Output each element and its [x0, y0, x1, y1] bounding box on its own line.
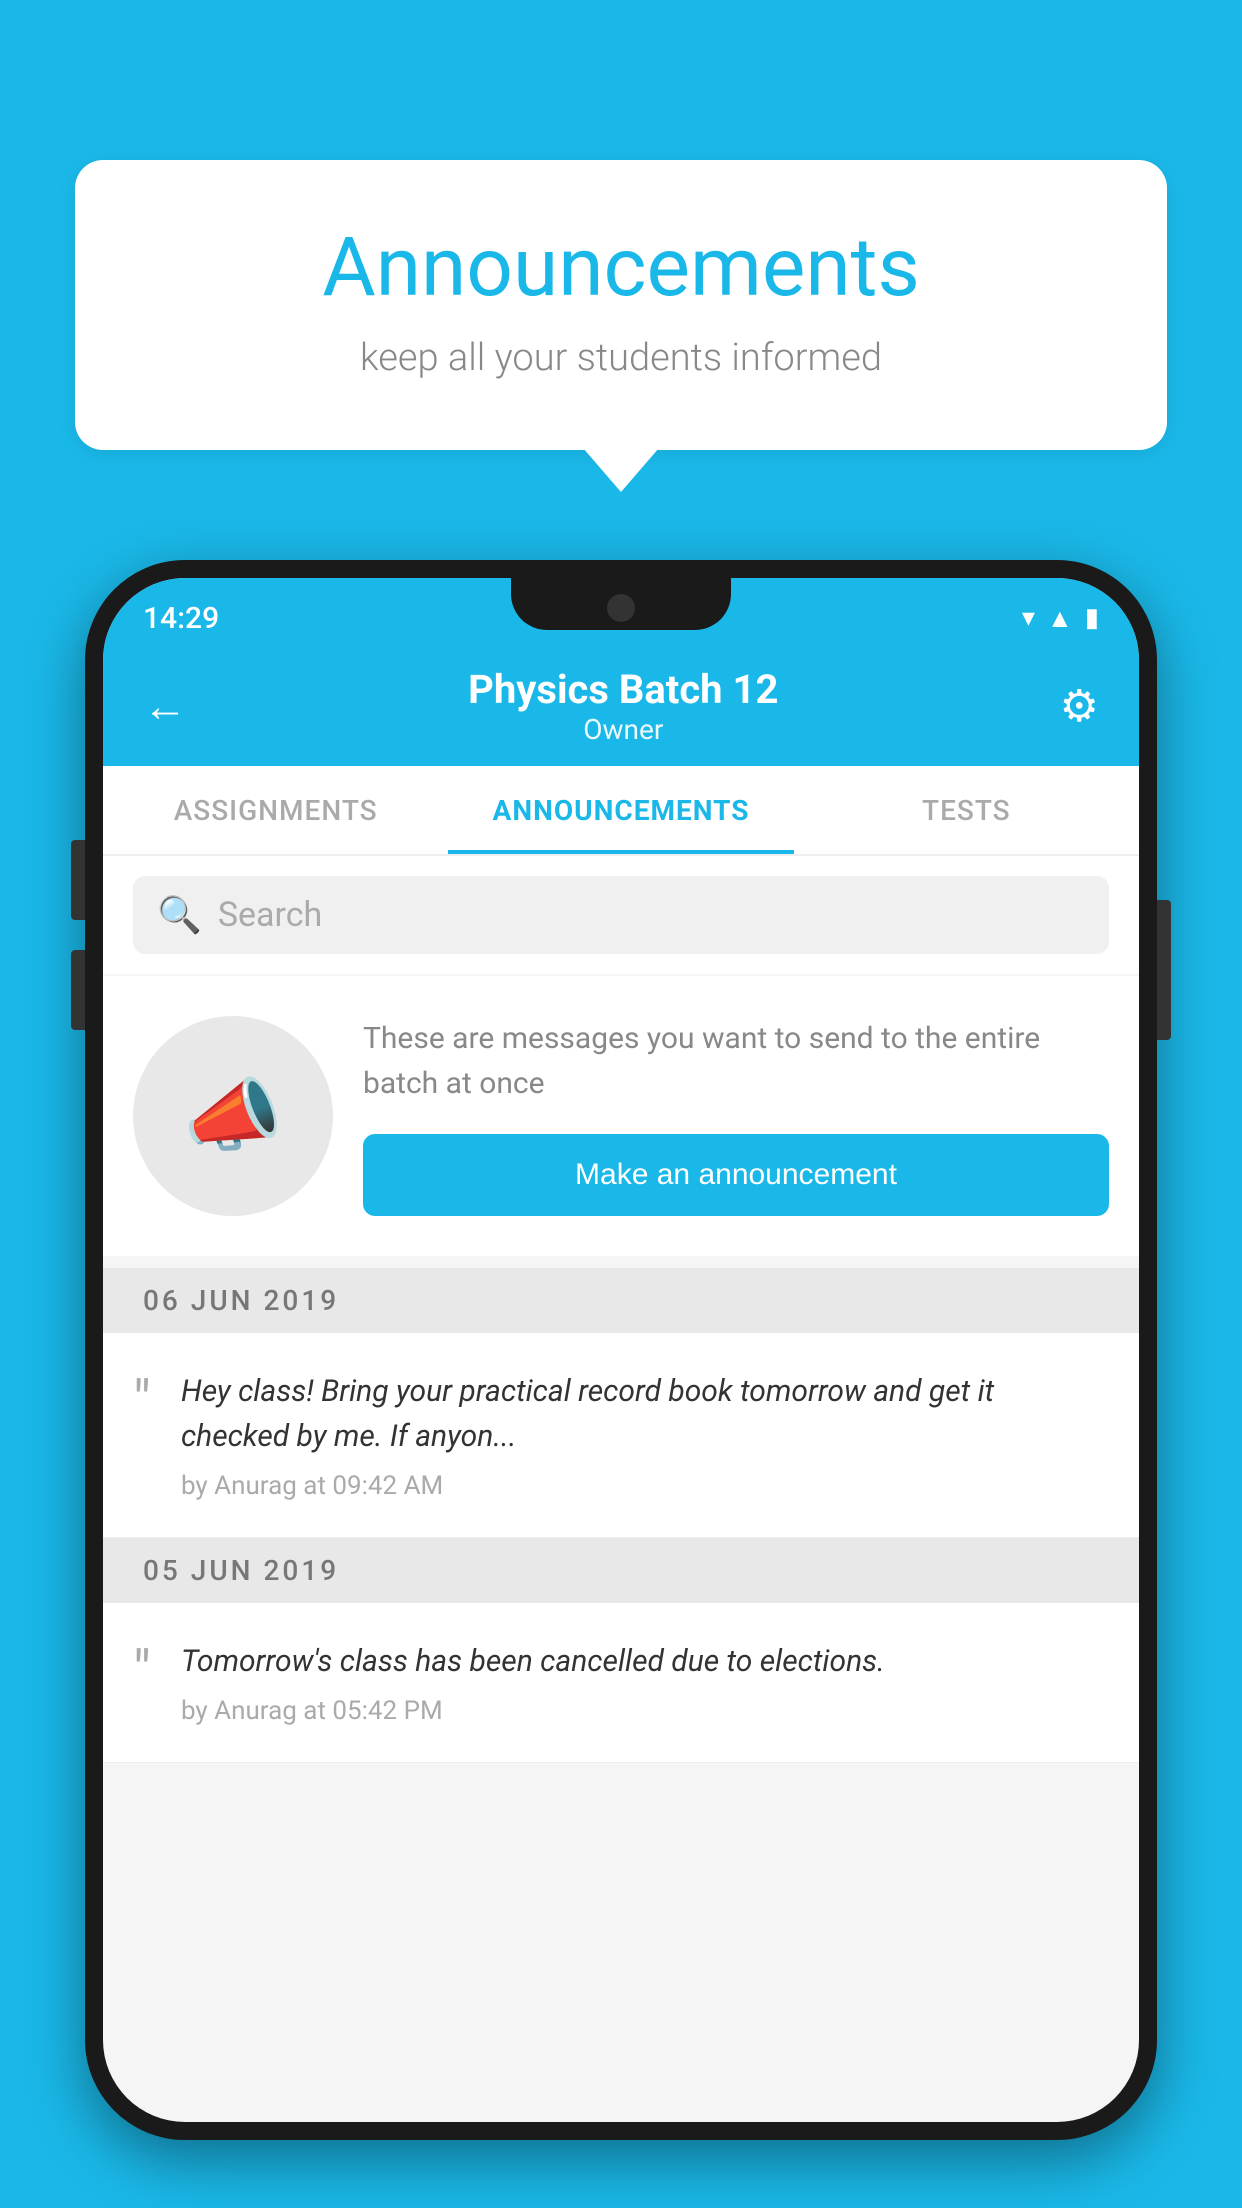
back-button[interactable]: ← — [143, 680, 187, 732]
promo-right: These are messages you want to send to t… — [363, 1016, 1109, 1216]
phone-outer: 14:29 ▾ ▲ ▮ ← Physics Batch 12 Owner ⚙ — [85, 560, 1157, 2140]
content-area: 🔍 Search 📣 These are messages you want t… — [103, 856, 1139, 1763]
tab-tests[interactable]: TESTS — [794, 766, 1139, 854]
tabs-bar: ASSIGNMENTS ANNOUNCEMENTS TESTS — [103, 766, 1139, 856]
user-role: Owner — [468, 713, 778, 746]
announcement-text-2: Tomorrow's class has been cancelled due … — [181, 1639, 1109, 1684]
app-header: ← Physics Batch 12 Owner ⚙ — [103, 646, 1139, 766]
batch-title: Physics Batch 12 — [468, 666, 778, 713]
announcement-item-1[interactable]: " Hey class! Bring your practical record… — [103, 1333, 1139, 1538]
date-separator-1: 06 JUN 2019 — [103, 1268, 1139, 1333]
make-announcement-button[interactable]: Make an announcement — [363, 1134, 1109, 1216]
hero-section: Announcements keep all your students inf… — [75, 160, 1167, 450]
power-button — [1157, 900, 1171, 1040]
volume-down-button — [71, 950, 85, 1030]
announcement-text-1: Hey class! Bring your practical record b… — [181, 1369, 1109, 1459]
search-container: 🔍 Search — [103, 856, 1139, 974]
quote-icon-1: " — [133, 1373, 151, 1429]
status-time: 14:29 — [143, 601, 219, 636]
signal-icon: ▲ — [1047, 603, 1073, 634]
announcement-icon-circle: 📣 — [133, 1016, 333, 1216]
search-placeholder: Search — [218, 895, 322, 935]
announcement-item-2[interactable]: " Tomorrow's class has been cancelled du… — [103, 1603, 1139, 1763]
bubble-subtitle: keep all your students informed — [155, 336, 1087, 380]
promo-description: These are messages you want to send to t… — [363, 1016, 1109, 1106]
announcement-meta-2: by Anurag at 05:42 PM — [181, 1696, 1109, 1726]
tab-announcements[interactable]: ANNOUNCEMENTS — [448, 766, 793, 854]
date-separator-2: 05 JUN 2019 — [103, 1538, 1139, 1603]
search-icon: 🔍 — [157, 894, 202, 936]
battery-icon: ▮ — [1085, 603, 1099, 633]
announcement-content-1: Hey class! Bring your practical record b… — [181, 1369, 1109, 1501]
promo-section: 📣 These are messages you want to send to… — [103, 976, 1139, 1256]
phone-wrapper: 14:29 ▾ ▲ ▮ ← Physics Batch 12 Owner ⚙ — [85, 560, 1157, 2208]
search-bar[interactable]: 🔍 Search — [133, 876, 1109, 954]
phone-notch — [511, 578, 731, 630]
settings-button[interactable]: ⚙ — [1060, 680, 1099, 732]
tab-assignments[interactable]: ASSIGNMENTS — [103, 766, 448, 854]
status-icons: ▾ ▲ ▮ — [1022, 603, 1099, 634]
announcement-meta-1: by Anurag at 09:42 AM — [181, 1471, 1109, 1501]
speech-bubble: Announcements keep all your students inf… — [75, 160, 1167, 450]
header-center: Physics Batch 12 Owner — [468, 666, 778, 746]
quote-icon-2: " — [133, 1643, 151, 1699]
phone-screen: 14:29 ▾ ▲ ▮ ← Physics Batch 12 Owner ⚙ — [103, 578, 1139, 2122]
camera-dot — [607, 594, 635, 622]
volume-up-button — [71, 840, 85, 920]
megaphone-icon: 📣 — [183, 1069, 283, 1163]
wifi-icon: ▾ — [1022, 603, 1035, 633]
announcement-content-2: Tomorrow's class has been cancelled due … — [181, 1639, 1109, 1726]
bubble-title: Announcements — [155, 220, 1087, 316]
